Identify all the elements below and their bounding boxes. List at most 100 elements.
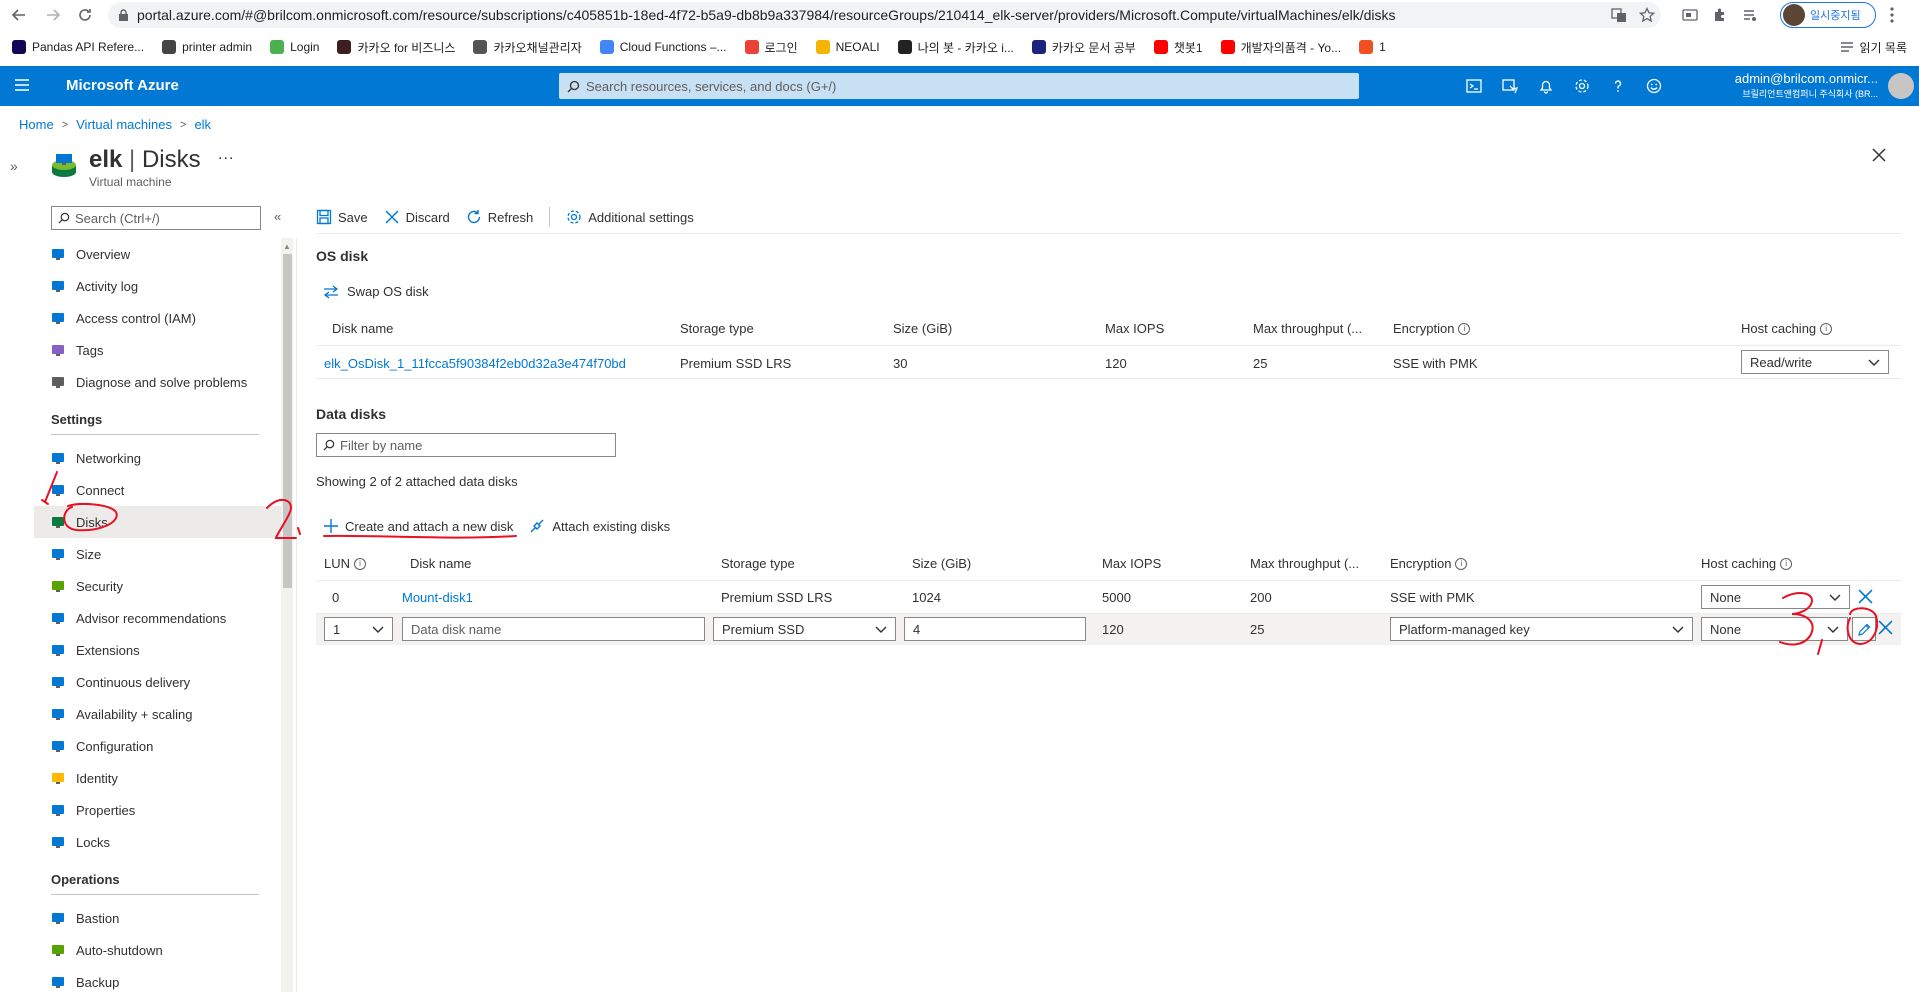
os-col-size[interactable]: Size (GiB) bbox=[893, 321, 952, 336]
dd-col-lun[interactable]: LUN i bbox=[324, 556, 367, 571]
os-col-max-iops[interactable]: Max IOPS bbox=[1105, 321, 1164, 336]
filter-by-name-input[interactable]: Filter by name bbox=[316, 433, 616, 457]
bookmark-item[interactable]: Cloud Functions –... bbox=[599, 40, 727, 54]
os-col-storage-type[interactable]: Storage type bbox=[680, 321, 754, 336]
user-avatar[interactable] bbox=[1888, 73, 1914, 99]
dd-col-max-iops[interactable]: Max IOPS bbox=[1102, 556, 1161, 571]
bookmark-item[interactable]: 1 bbox=[1359, 40, 1386, 54]
nav-item-overview[interactable]: Overview bbox=[34, 238, 284, 270]
reading-list-button[interactable]: 읽기 목록 bbox=[1840, 30, 1907, 64]
bookmark-item[interactable]: Pandas API Refere... bbox=[12, 40, 144, 54]
save-button[interactable]: Save bbox=[316, 209, 368, 225]
bookmark-item[interactable]: 카카오채널관리자 bbox=[473, 39, 582, 56]
nav-item-diagnose-and-solve-problems[interactable]: Diagnose and solve problems bbox=[34, 366, 284, 398]
portal-menu-button[interactable] bbox=[14, 78, 30, 92]
info-icon[interactable]: i bbox=[1458, 322, 1471, 335]
info-icon[interactable]: i bbox=[1780, 557, 1793, 570]
refresh-button[interactable]: Refresh bbox=[466, 209, 533, 225]
bell-icon[interactable] bbox=[1538, 78, 1554, 94]
info-icon[interactable]: i bbox=[354, 557, 367, 570]
nav-item-backup[interactable]: Backup bbox=[34, 966, 284, 992]
dd-row2-encryption-select[interactable]: Platform-managed key bbox=[1390, 617, 1693, 641]
attach-existing-disks-button[interactable]: Attach existing disks bbox=[529, 518, 670, 534]
breadcrumb-virtual-machines[interactable]: Virtual machines bbox=[76, 117, 172, 132]
account-menu[interactable]: admin@brilcom.onmicr... 브릴리언트앤컴퍼니 주식회사 (… bbox=[1718, 71, 1878, 100]
expand-menu-icon[interactable]: » bbox=[10, 158, 18, 174]
nav-item-continuous-delivery[interactable]: Continuous delivery bbox=[34, 666, 284, 698]
breadcrumb-home[interactable]: Home bbox=[19, 117, 54, 132]
nav-item-size[interactable]: Size bbox=[34, 538, 284, 570]
bookmark-item[interactable]: 로그인 bbox=[744, 39, 798, 56]
bookmark-item[interactable]: NEOALI bbox=[815, 40, 880, 54]
collapse-menu-button[interactable]: « bbox=[274, 209, 281, 224]
dd-row2-remove-button[interactable] bbox=[1878, 620, 1893, 635]
nav-item-connect[interactable]: Connect bbox=[34, 474, 284, 506]
dd-col-host-caching[interactable]: Host caching i bbox=[1701, 556, 1793, 571]
dd-row1-detach-button[interactable] bbox=[1858, 589, 1873, 604]
puzzle-icon[interactable] bbox=[1712, 7, 1728, 23]
nav-item-locks[interactable]: Locks bbox=[34, 826, 284, 858]
bookmark-item[interactable]: 나의 봇 - 카카오 i... bbox=[897, 39, 1014, 56]
dd-col-max-throughput[interactable]: Max throughput (... bbox=[1250, 556, 1359, 571]
bookmark-item[interactable]: 개발자의품격 - Yo... bbox=[1220, 39, 1341, 56]
dd-row1-host-caching-select[interactable]: None bbox=[1701, 585, 1850, 609]
bookmark-item[interactable]: 카카오 for 비즈니스 bbox=[337, 39, 455, 56]
dd-col-encryption[interactable]: Encryption i bbox=[1390, 556, 1468, 571]
dd-row2-lun-select[interactable]: 1 bbox=[324, 617, 393, 641]
feedback-smiley-icon[interactable] bbox=[1646, 78, 1662, 94]
scroll-up-icon[interactable]: ▲ bbox=[283, 242, 291, 251]
swap-os-disk-button[interactable]: Swap OS disk bbox=[323, 284, 429, 299]
dd-row2-disk-name-input[interactable]: Data disk name bbox=[402, 617, 705, 641]
additional-settings-button[interactable]: Additional settings bbox=[566, 209, 694, 225]
directory-filter-icon[interactable] bbox=[1502, 78, 1518, 94]
dd-row2-storage-select[interactable]: Premium SSD bbox=[713, 617, 896, 641]
os-host-caching-select[interactable]: Read/write bbox=[1741, 350, 1889, 374]
nav-item-configuration[interactable]: Configuration bbox=[34, 730, 284, 762]
nav-item-security[interactable]: Security bbox=[34, 570, 284, 602]
dd-row2-host-caching-select[interactable]: None bbox=[1701, 617, 1848, 641]
dd-col-size[interactable]: Size (GiB) bbox=[912, 556, 971, 571]
nav-item-advisor-recommendations[interactable]: Advisor recommendations bbox=[34, 602, 284, 634]
scrollbar-thumb[interactable] bbox=[283, 254, 292, 588]
dd-col-disk-name[interactable]: Disk name bbox=[410, 556, 471, 571]
nav-item-networking[interactable]: Networking bbox=[34, 442, 284, 474]
dd-col-storage-type[interactable]: Storage type bbox=[721, 556, 795, 571]
os-col-encryption[interactable]: Encryption i bbox=[1393, 321, 1471, 336]
reload-button[interactable] bbox=[70, 0, 100, 30]
dd-row2-size-input[interactable]: 4 bbox=[904, 617, 1086, 641]
info-icon[interactable]: i bbox=[1455, 557, 1468, 570]
bookmark-item[interactable]: 챗봇1 bbox=[1153, 39, 1203, 56]
create-attach-disk-button[interactable]: Create and attach a new disk bbox=[324, 519, 513, 534]
menu-scrollbar[interactable]: ▲ bbox=[281, 238, 293, 992]
translate-icon[interactable] bbox=[1611, 7, 1627, 23]
info-icon[interactable]: i bbox=[1820, 322, 1833, 335]
dd-row1-name-link[interactable]: Mount-disk1 bbox=[402, 590, 473, 605]
os-col-disk-name[interactable]: Disk name bbox=[332, 321, 393, 336]
os-col-host-caching[interactable]: Host caching i bbox=[1741, 321, 1833, 336]
back-button[interactable] bbox=[4, 0, 34, 30]
cloud-shell-icon[interactable] bbox=[1466, 78, 1482, 94]
bookmark-item[interactable]: 카카오 문서 공부 bbox=[1031, 39, 1136, 56]
help-icon[interactable] bbox=[1610, 78, 1626, 94]
chrome-menu-button[interactable] bbox=[1890, 7, 1894, 23]
os-disk-name-link[interactable]: elk_OsDisk_1_11fcca5f90384f2eb0d32a3e474… bbox=[324, 356, 626, 371]
star-icon[interactable] bbox=[1639, 7, 1655, 23]
os-col-max-throughput[interactable]: Max throughput (... bbox=[1253, 321, 1362, 336]
nav-item-activity-log[interactable]: Activity log bbox=[34, 270, 284, 302]
azure-brand[interactable]: Microsoft Azure bbox=[66, 77, 179, 94]
playlist-icon[interactable] bbox=[1742, 7, 1758, 23]
more-options-button[interactable]: ... bbox=[218, 146, 234, 164]
nav-item-properties[interactable]: Properties bbox=[34, 794, 284, 826]
bookmark-item[interactable]: printer admin bbox=[162, 40, 252, 54]
breadcrumb-elk[interactable]: elk bbox=[194, 117, 211, 132]
dd-row2-edit-button[interactable] bbox=[1852, 617, 1876, 641]
forward-button[interactable] bbox=[38, 0, 68, 30]
nav-item-availability-scaling[interactable]: Availability + scaling bbox=[34, 698, 284, 730]
discard-button[interactable]: Discard bbox=[384, 209, 450, 225]
close-blade-button[interactable] bbox=[1872, 148, 1886, 162]
nav-item-bastion[interactable]: Bastion bbox=[34, 902, 284, 934]
nav-item-identity[interactable]: Identity bbox=[34, 762, 284, 794]
nav-item-disks[interactable]: Disks bbox=[34, 506, 284, 538]
nav-item-tags[interactable]: Tags bbox=[34, 334, 284, 366]
menu-search-input[interactable]: Search (Ctrl+/) bbox=[51, 206, 261, 230]
